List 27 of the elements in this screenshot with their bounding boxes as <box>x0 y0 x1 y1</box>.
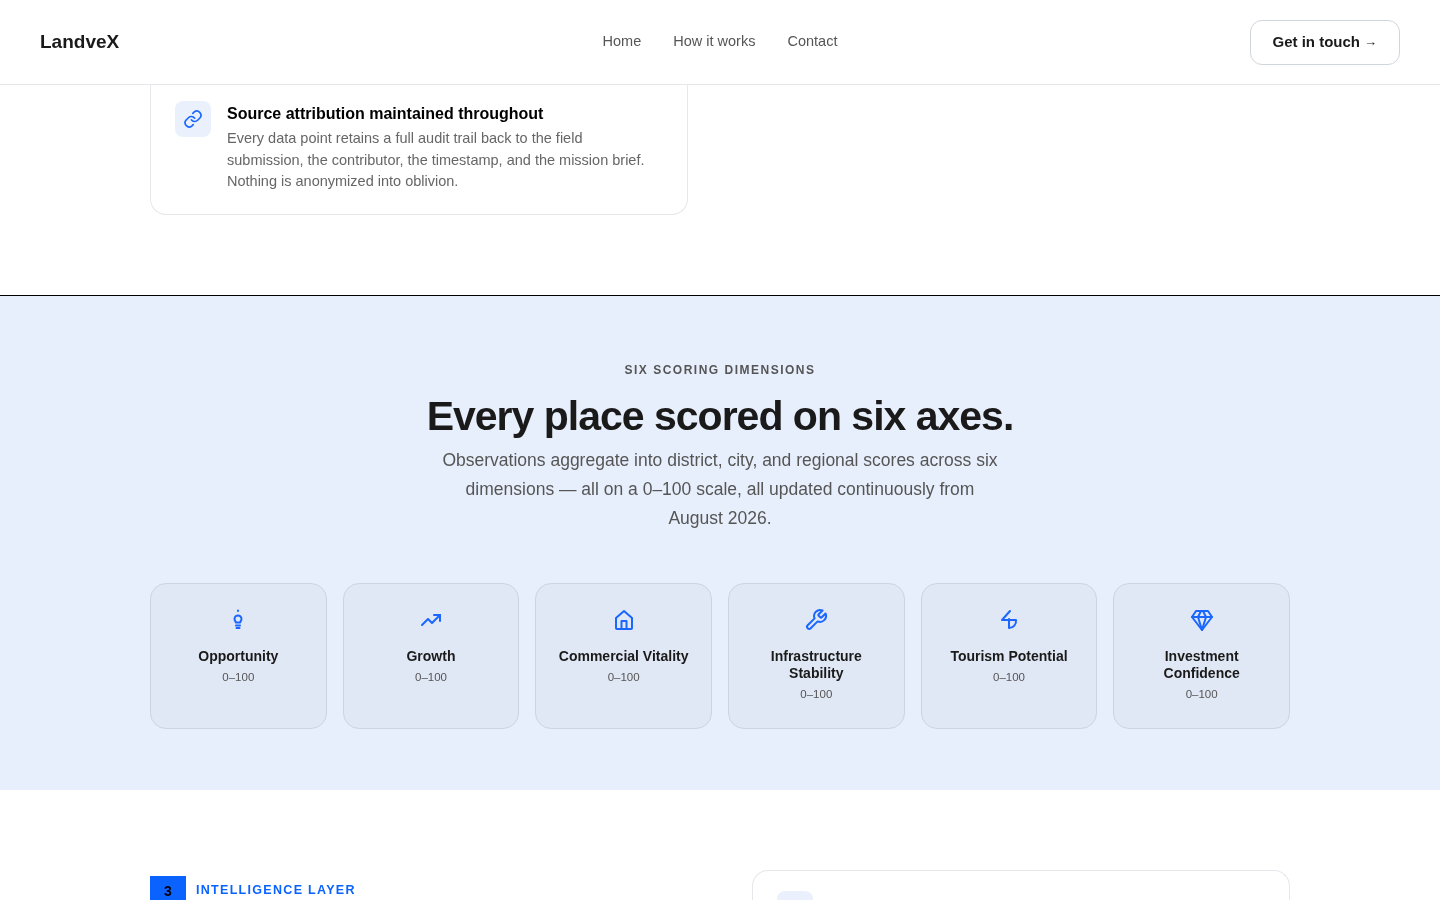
diamond-icon <box>1189 608 1214 632</box>
section-eyebrow: SIX SCORING DIMENSIONS <box>624 362 816 379</box>
dimension-name: Opportunity <box>197 648 280 665</box>
dimension-range: 0–100 <box>415 670 447 685</box>
feature-description: Every data point retains a full audit trail back to the field submission, the contributor, the timestamp, and the mission brief. Nothing is anonymized into oblivion. <box>227 129 646 191</box>
nav-link[interactable]: How it works <box>673 31 756 53</box>
dimension-range: 0–100 <box>1185 687 1218 702</box>
section-title: Every place scored on six axes. <box>426 392 1014 441</box>
nav-link[interactable]: Contact <box>787 31 838 53</box>
dimension-name: Growth <box>405 648 457 665</box>
dimension-range: 0–100 <box>993 670 1025 685</box>
section-description: Observations aggregate into district, city, and regional scores across six dimensions — all on a 0–100 scale, all updated continuously from August 2026. <box>441 449 999 530</box>
logo[interactable]: LandveX <box>40 27 240 57</box>
dimension-name: Investment Confidence <box>1162 648 1241 682</box>
step-number: 3 <box>150 876 186 900</box>
feature-title: Source attribution maintained throughout <box>227 104 545 124</box>
get-in-touch-button[interactable]: Get in touch → <box>1249 19 1400 65</box>
section-eyebrow: INTELLIGENCE LAYER <box>196 882 356 900</box>
link-icon <box>175 101 211 137</box>
dimension-name: Commercial Vitality <box>557 648 690 665</box>
dimension-range: 0–100 <box>607 670 640 685</box>
nav-link[interactable]: Home <box>602 31 642 53</box>
dimension-name: Tourism Potential <box>949 648 1069 665</box>
dimension-name: Infrastructure Stability <box>769 648 863 682</box>
dimension-range: 0–100 <box>800 687 833 702</box>
dimension-range: 0–100 <box>222 670 255 685</box>
wrench-icon <box>804 608 829 632</box>
